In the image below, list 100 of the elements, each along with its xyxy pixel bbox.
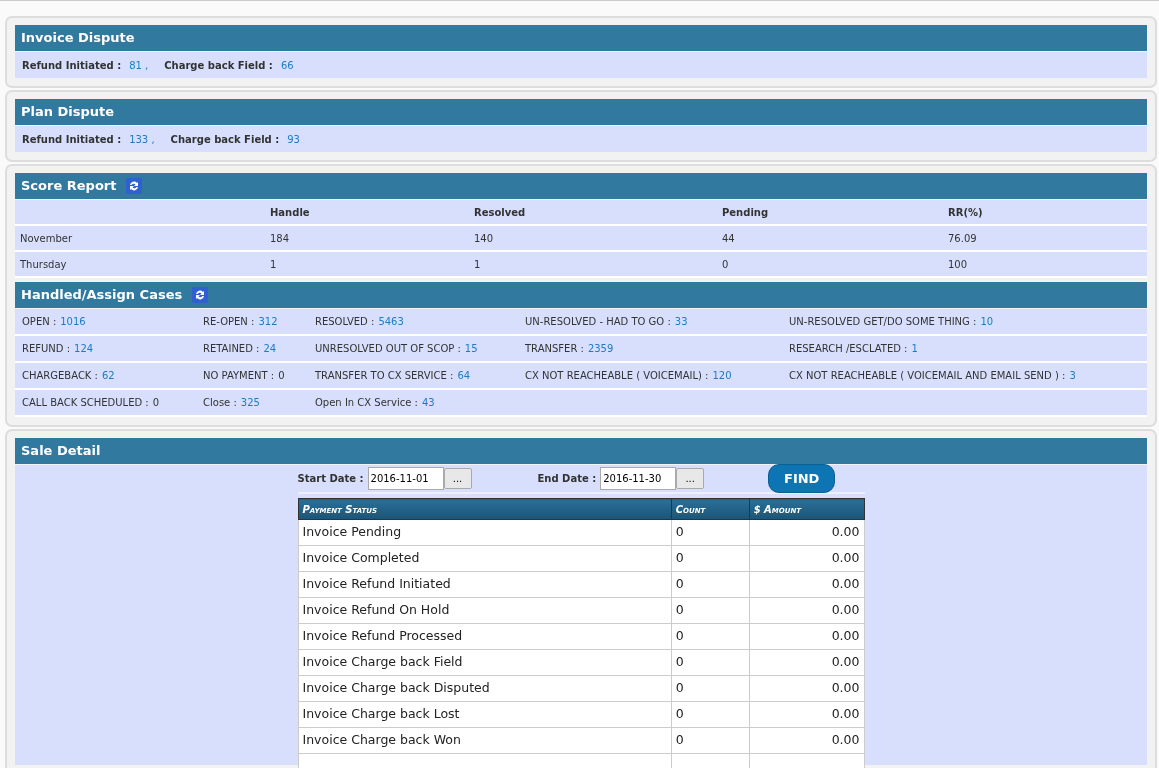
- table-cell: 0: [671, 649, 750, 676]
- table-cell: 0: [671, 623, 750, 650]
- table-cell: Invoice Charge back Lost: [298, 701, 672, 728]
- case-value[interactable]: 33: [674, 314, 688, 329]
- case-label: CX NOT REACHEABLE ( VOICEMAIL AND EMAIL SEND ) :: [789, 369, 1066, 383]
- case-label: NO PAYMENT :: [203, 369, 275, 383]
- section-title: Sale Detail: [21, 442, 101, 461]
- case-label: UNRESOLVED OUT OF SCOP :: [315, 342, 461, 356]
- case-label: RESOLVED :: [315, 315, 375, 329]
- case-label: RETAINED :: [203, 342, 260, 356]
- refresh-icon[interactable]: [126, 178, 143, 194]
- section-title: Invoice Dispute: [21, 29, 135, 48]
- table-cell: 1: [469, 252, 717, 278]
- case-label: UN-RESOLVED GET/DO SOME THING :: [789, 315, 977, 329]
- column-header: Payment Status: [298, 498, 672, 520]
- case-label: UN-RESOLVED - HAD TO GO :: [525, 315, 671, 329]
- table-cell: 0: [671, 727, 750, 754]
- case-value[interactable]: 120: [712, 368, 732, 383]
- case-value[interactable]: 24: [263, 341, 277, 356]
- summary-label: Refund Initiated :: [22, 58, 122, 73]
- table-cell: 100: [943, 252, 1147, 278]
- summary-label: Refund Initiated :: [22, 132, 122, 147]
- table-cell: Invoice Refund Processed: [298, 623, 672, 650]
- case-label: REFUND :: [22, 342, 71, 356]
- case-value[interactable]: 1: [911, 341, 918, 356]
- column-header: Count: [671, 498, 750, 520]
- section-title: Plan Dispute: [21, 103, 115, 122]
- case-label: CX NOT REACHEABLE ( VOICEMAIL) :: [525, 369, 709, 383]
- date-picker-button[interactable]: ...: [676, 468, 705, 489]
- date-label: End Date :: [537, 472, 597, 486]
- table-cell: 1: [265, 252, 469, 278]
- column-header: Pending: [717, 200, 943, 226]
- section-title: Handled/Assign Cases: [21, 286, 183, 305]
- table-cell: 0.00: [749, 649, 864, 676]
- case-value[interactable]: 1016: [60, 314, 86, 329]
- summary-value: 81 ,: [129, 58, 149, 73]
- table-cell: 44: [717, 226, 943, 252]
- table-cell: Invoice Completed: [298, 545, 672, 572]
- table-cell: 0: [671, 545, 750, 572]
- table-cell: 76.09: [943, 226, 1147, 252]
- table-cell: Invoice Refund Initiated: [298, 571, 672, 598]
- row-label: November: [15, 226, 265, 252]
- refresh-icon[interactable]: [192, 287, 209, 303]
- case-label: Close :: [203, 396, 237, 410]
- case-value[interactable]: 64: [457, 368, 471, 383]
- table-cell: 0: [671, 571, 750, 598]
- case-label: TRANSFER TO CX SERVICE :: [315, 369, 454, 383]
- table-cell: 0: [671, 597, 750, 624]
- table-cell: 184: [265, 226, 469, 252]
- case-value[interactable]: 2359: [587, 341, 614, 356]
- find-button[interactable]: FIND: [768, 464, 836, 493]
- case-value[interactable]: 10: [980, 314, 994, 329]
- case-value[interactable]: 3: [1069, 368, 1076, 383]
- table-cell: Invoice Charge back Disputed: [298, 675, 672, 702]
- column-header: RR(%): [943, 200, 1147, 226]
- column-header: Handle: [265, 200, 469, 226]
- table-cell: 0.00: [749, 545, 864, 572]
- date-picker-button[interactable]: ...: [443, 468, 472, 489]
- table-cell: 0.00: [749, 519, 864, 546]
- column-header: $ Amount: [749, 498, 864, 520]
- summary-value: 66: [280, 58, 294, 73]
- section-title: Score Report: [21, 177, 117, 196]
- case-value[interactable]: 312: [258, 314, 278, 329]
- table-cell: 0.00: [749, 727, 864, 754]
- table-cell: 140: [469, 226, 717, 252]
- table-cell: 0.00: [749, 623, 864, 650]
- summary-label: Charge back Field :: [170, 132, 280, 147]
- table-cell: Invoice Charge back Won: [298, 727, 672, 754]
- case-label: Open In CX Service :: [315, 396, 418, 410]
- case-value: 0: [152, 396, 160, 410]
- column-header: Resolved: [469, 200, 717, 226]
- table-cell: 0: [717, 252, 943, 278]
- summary-label: Charge back Field :: [164, 58, 273, 73]
- table-cell: 0.00: [749, 597, 864, 624]
- case-value[interactable]: 325: [240, 395, 260, 410]
- table-cell: 0: [671, 701, 750, 728]
- table-cell: 0.00: [749, 571, 864, 598]
- case-label: RESEARCH /ESCLATED :: [789, 342, 908, 356]
- case-label: TRANSFER :: [525, 342, 584, 356]
- date-field[interactable]: 2016-11-01: [367, 467, 444, 490]
- case-value[interactable]: 5463: [378, 314, 404, 329]
- case-value[interactable]: 43: [421, 395, 435, 410]
- case-value[interactable]: 15: [464, 341, 478, 356]
- table-cell: Invoice Pending: [298, 519, 672, 546]
- table-cell: Invoice Charge back Field: [298, 649, 672, 676]
- case-label: CALL BACK SCHEDULED :: [22, 396, 149, 410]
- table-cell: 0.00: [749, 675, 864, 702]
- case-label: RE-OPEN :: [203, 315, 255, 329]
- summary-value: 93: [287, 132, 300, 147]
- table-cell: Invoice Refund On Hold: [298, 597, 672, 624]
- row-label: Thursday: [15, 252, 265, 278]
- date-field[interactable]: 2016-11-30: [600, 467, 677, 490]
- case-label: OPEN :: [22, 315, 57, 329]
- case-label: CHARGEBACK :: [22, 369, 98, 383]
- case-value[interactable]: 62: [102, 368, 115, 383]
- case-value[interactable]: 124: [74, 341, 94, 356]
- table-cell: 0: [671, 519, 750, 546]
- table-cell: 0: [671, 675, 750, 702]
- case-value: 0: [278, 369, 285, 383]
- date-label: Start Date :: [297, 472, 364, 486]
